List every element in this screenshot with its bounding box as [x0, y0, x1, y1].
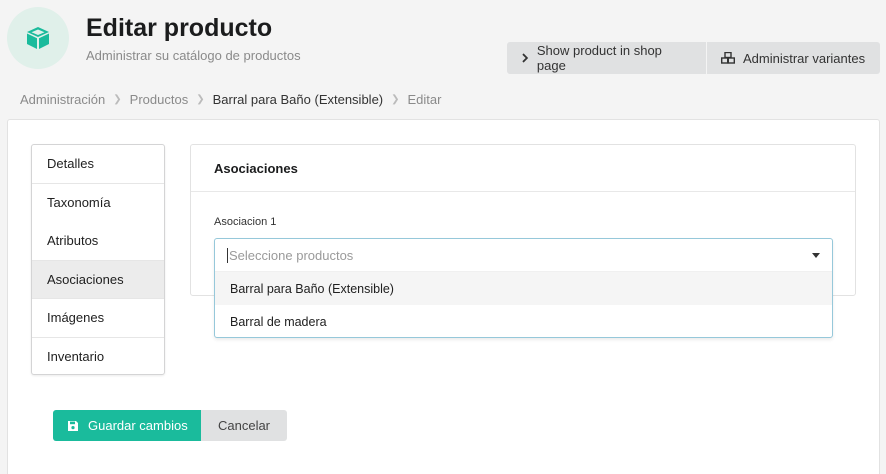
- sidebar-item-label: Detalles: [47, 156, 94, 172]
- manage-variants-label: Administrar variantes: [743, 50, 866, 66]
- sidebar-item-label: Asociaciones: [47, 271, 124, 287]
- associations-title: Asociaciones: [214, 161, 298, 176]
- sidebar-item-taxonomy[interactable]: Taxonomía: [32, 184, 164, 223]
- show-product-button[interactable]: Show product in shop page: [507, 42, 706, 74]
- save-button[interactable]: Guardar cambios: [53, 410, 201, 441]
- save-button-label: Guardar cambios: [88, 418, 188, 433]
- dropdown-arrow-icon[interactable]: [812, 253, 820, 258]
- chevron-right-icon: ❯: [196, 94, 205, 105]
- text-cursor: [227, 247, 228, 263]
- dropdown-option[interactable]: Barral para Baño (Extensible): [215, 272, 832, 305]
- dropdown-option[interactable]: Barral de madera: [215, 305, 832, 338]
- sidebar-item-associations[interactable]: Asociaciones: [32, 260, 164, 299]
- sidebar-item-label: Atributos: [47, 233, 99, 249]
- divider: [191, 191, 855, 192]
- cube-icon: [27, 27, 49, 49]
- cancel-button[interactable]: Cancelar: [201, 410, 287, 441]
- cancel-button-label: Cancelar: [217, 418, 271, 433]
- select-placeholder: Seleccione productos: [229, 247, 354, 263]
- association-field-label: Asociacion 1: [214, 216, 277, 228]
- chevron-right-icon: [522, 53, 529, 63]
- chevron-right-icon: ❯: [113, 94, 122, 105]
- sidebar-item-images[interactable]: Imágenes: [32, 299, 164, 338]
- sidebar-item-label: Inventario: [47, 349, 105, 365]
- manage-variants-button[interactable]: Administrar variantes: [707, 42, 880, 74]
- breadcrumb: Administración ❯ Productos ❯ Barral para…: [20, 92, 441, 107]
- breadcrumb-current: Editar: [407, 92, 442, 107]
- product-header-icon: [7, 7, 69, 69]
- breadcrumb-products[interactable]: Productos: [130, 92, 189, 107]
- sidebar-item-label: Taxonomía: [47, 195, 111, 211]
- sidebar-item-attributes[interactable]: Atributos: [32, 222, 164, 261]
- show-product-label: Show product in shop page: [536, 43, 662, 73]
- select-search-input[interactable]: Seleccione productos: [215, 239, 832, 272]
- page-title: Editar producto: [86, 14, 273, 42]
- page-subtitle: Administrar su catálogo de productos: [86, 48, 301, 63]
- association-product-select[interactable]: Seleccione productos Barral para Baño (E…: [214, 238, 833, 338]
- breadcrumb-admin[interactable]: Administración: [20, 92, 105, 107]
- cubes-icon: [721, 52, 735, 64]
- save-icon: [68, 420, 78, 431]
- sidebar-menu: Detalles Taxonomía Atributos Asociacione…: [31, 144, 165, 375]
- sidebar-item-inventory[interactable]: Inventario: [32, 338, 164, 377]
- sidebar-item-details[interactable]: Detalles: [32, 145, 164, 184]
- sidebar-item-label: Imágenes: [47, 310, 105, 326]
- breadcrumb-product[interactable]: Barral para Baño (Extensible): [213, 92, 384, 107]
- chevron-right-icon: ❯: [391, 94, 400, 105]
